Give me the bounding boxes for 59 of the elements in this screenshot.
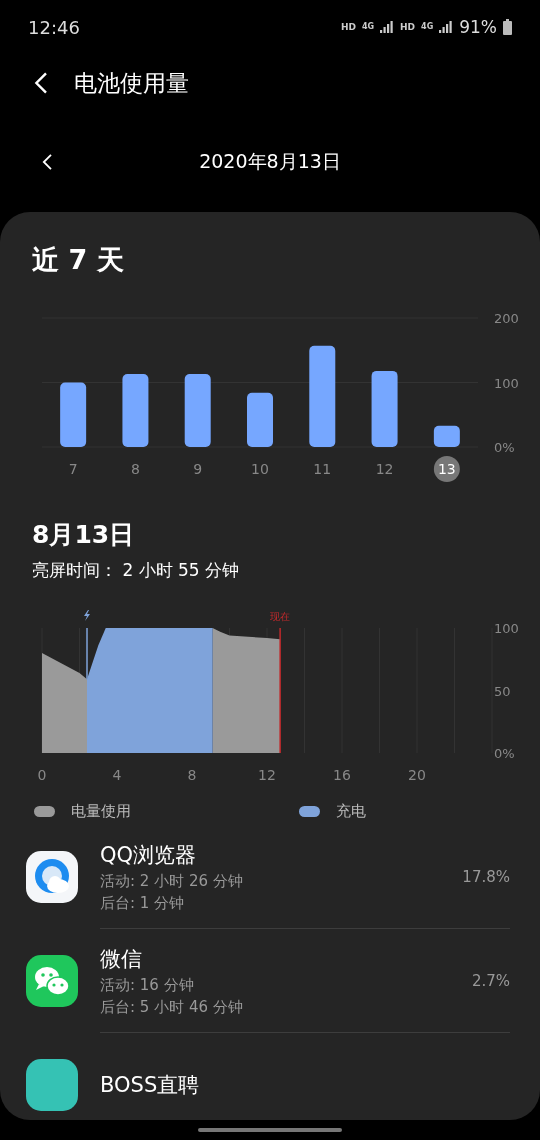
signal-icon xyxy=(439,21,454,33)
day-label[interactable]: 10 xyxy=(251,461,269,477)
axis-label: 0% xyxy=(494,440,515,455)
legend-swatch xyxy=(299,806,320,817)
day-label[interactable]: 12 xyxy=(375,461,394,477)
background-time: 后台: 1 分钟 xyxy=(100,893,186,913)
legend-swatch xyxy=(34,806,55,817)
day-label[interactable]: 7 xyxy=(68,461,78,477)
background-time: 后台: 5 小时 46 分钟 xyxy=(100,997,244,1017)
screen-time: 亮屏时间： 2 小时 55 分钟 xyxy=(31,559,241,582)
axis-label: 100 xyxy=(494,621,519,636)
bar xyxy=(60,382,87,447)
charge-start-marker xyxy=(84,610,90,680)
status-time: 12:46 xyxy=(28,16,80,38)
day-label[interactable]: 8 xyxy=(130,461,140,477)
axis-label: 200 xyxy=(494,311,519,326)
legend-label: 充电 xyxy=(336,802,366,821)
back-icon xyxy=(34,71,49,95)
day-label[interactable]: 9 xyxy=(193,461,203,477)
axis-label: 50 xyxy=(494,683,511,699)
axis-label: 8 xyxy=(187,767,197,783)
hd-indicator: HD xyxy=(340,22,356,32)
app-name: BOSS直聘 xyxy=(100,1072,201,1099)
day-label[interactable]: 13 xyxy=(437,461,456,477)
app-name: 微信 xyxy=(100,945,143,973)
app-row[interactable]: QQ浏览器 活动: 2 小时 26 分钟 后台: 1 分钟 17.8% xyxy=(0,825,540,929)
network-type: 4G xyxy=(361,23,375,31)
chat-bubbles-icon xyxy=(26,955,78,1007)
usage-share: 17.8% xyxy=(462,867,510,886)
axis-label: 4 xyxy=(112,767,122,783)
day-title: 8月13日 xyxy=(31,519,136,551)
browser-app-icon xyxy=(26,851,78,903)
axis-label: 12 xyxy=(258,767,276,783)
axis-label: 100 xyxy=(494,375,519,391)
bar xyxy=(247,392,273,447)
app-row[interactable]: 微信 活动: 16 分钟 后台: 5 小时 46 分钟 2.7% xyxy=(0,929,540,1033)
app-name: QQ浏览器 xyxy=(100,841,198,869)
battery-icon xyxy=(503,19,512,35)
now-label: 现在 xyxy=(270,611,291,622)
app-icon xyxy=(26,1059,78,1111)
axis-label: 0 xyxy=(37,767,47,783)
axis-label: 16 xyxy=(333,767,351,783)
day-label[interactable]: 11 xyxy=(313,461,332,477)
date-title: 2020年8月13日 xyxy=(199,149,341,174)
active-time: 活动: 2 小时 26 分钟 xyxy=(100,871,244,891)
usage-share: 2.7% xyxy=(471,971,510,990)
hd-indicator: HD xyxy=(400,22,416,32)
axis-label: 20 xyxy=(408,767,426,783)
chevron-left-icon xyxy=(42,153,53,171)
bar xyxy=(433,425,460,447)
section-title: 近 7 天 xyxy=(31,243,125,277)
active-time: 活动: 16 分钟 xyxy=(100,975,195,995)
legend-label: 电量使用 xyxy=(71,802,131,821)
page-title: 电池使用量 xyxy=(74,68,190,98)
network-type: 4G xyxy=(421,23,434,31)
signal-icon xyxy=(380,21,395,33)
battery-percent: 91% xyxy=(459,17,497,37)
app-row[interactable]: BOSS直聘 xyxy=(0,1033,540,1120)
axis-label: 0% xyxy=(494,746,515,761)
